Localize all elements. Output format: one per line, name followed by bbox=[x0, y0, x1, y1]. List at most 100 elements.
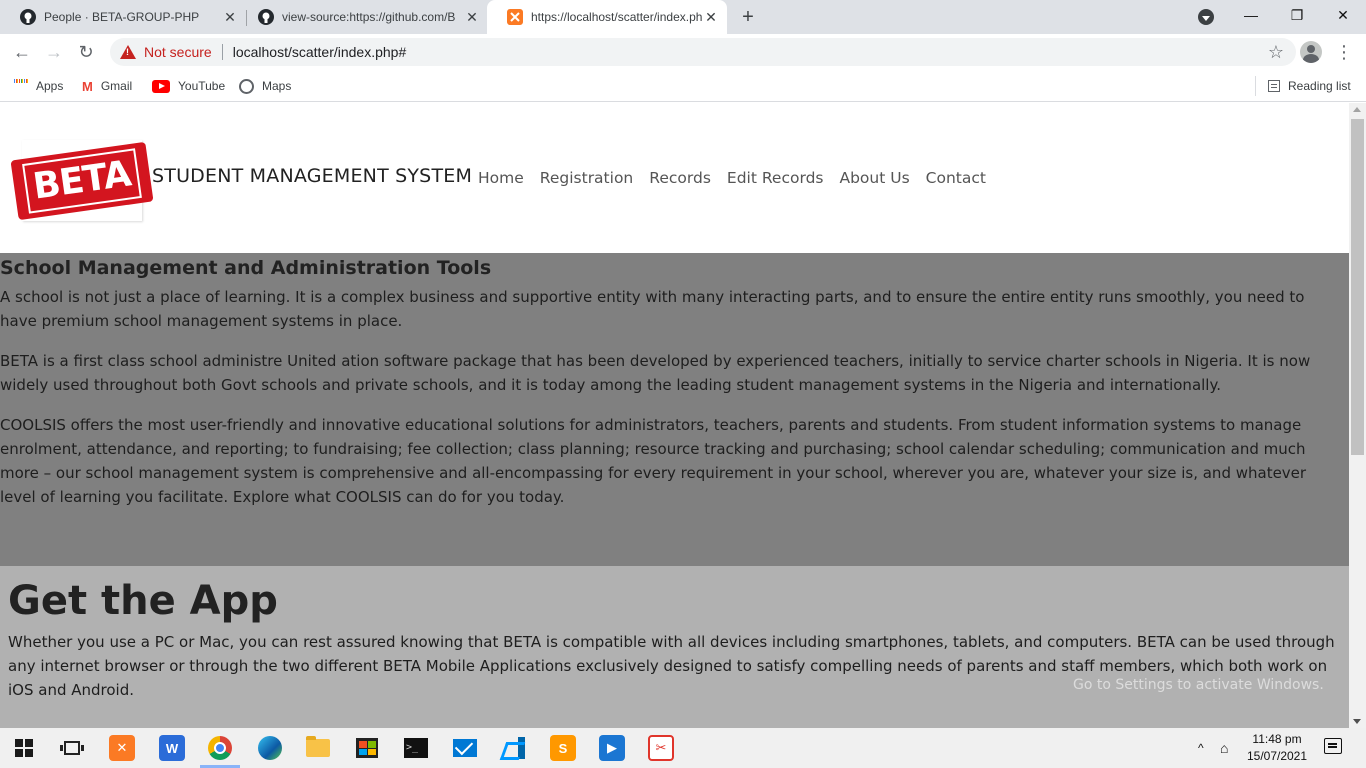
bookmark-label: Maps bbox=[262, 79, 292, 93]
bookmark-label: Gmail bbox=[100, 79, 133, 93]
start-button[interactable] bbox=[0, 728, 48, 768]
tools-paragraph-1: A school is not just a place of learning… bbox=[0, 288, 1305, 330]
vscode-icon bbox=[503, 737, 525, 759]
reading-list-button[interactable]: Reading list bbox=[1268, 76, 1351, 96]
brand-title[interactable]: STUDENT MANAGEMENT SYSTEM bbox=[152, 165, 472, 187]
tab-title: People · BETA-GROUP-PHP bbox=[44, 10, 200, 24]
close-tab-icon[interactable]: ✕ bbox=[464, 9, 480, 25]
gmail-icon: M bbox=[82, 78, 93, 94]
reload-icon[interactable]: ↻ bbox=[74, 40, 98, 64]
bookmark-gmail[interactable]: M Gmail bbox=[82, 76, 132, 96]
snipping-tool-icon: ✂ bbox=[648, 735, 674, 761]
beta-stamp-logo: BETA bbox=[10, 141, 154, 220]
nav-home[interactable]: Home bbox=[478, 169, 524, 187]
back-icon[interactable]: ← bbox=[10, 40, 34, 64]
get-app-heading: Get the App bbox=[8, 578, 278, 624]
sublime-text-icon: S bbox=[550, 735, 576, 761]
tab-title: view-source:https://github.com/B bbox=[282, 10, 456, 24]
main-nav: Home Registration Records Edit Records A… bbox=[478, 169, 1002, 187]
tray-overflow-icon[interactable]: ^ bbox=[1198, 728, 1204, 768]
minimize-button[interactable]: ― bbox=[1228, 0, 1274, 30]
taskbar-chrome[interactable] bbox=[196, 728, 244, 768]
scroll-down-icon[interactable] bbox=[1353, 719, 1361, 724]
github-icon bbox=[20, 9, 36, 25]
video-player-icon: ▶ bbox=[599, 735, 625, 761]
folder-icon bbox=[306, 736, 330, 757]
tab-localhost[interactable]: https://localhost/scatter/index.ph ✕ bbox=[487, 0, 727, 34]
xampp-icon bbox=[507, 9, 523, 25]
nav-registration[interactable]: Registration bbox=[540, 169, 633, 187]
clock-time: 11:48 pm bbox=[1252, 732, 1302, 746]
scroll-thumb[interactable] bbox=[1351, 119, 1364, 455]
url-text[interactable]: localhost/scatter/index.php# bbox=[233, 44, 407, 60]
taskbar-movies[interactable]: ▶ bbox=[588, 728, 636, 768]
taskbar-store[interactable] bbox=[343, 728, 391, 768]
bookmark-label: Apps bbox=[36, 79, 64, 93]
tab-strip: People · BETA-GROUP-PHP ✕ view-source:ht… bbox=[0, 0, 1366, 34]
warning-icon[interactable] bbox=[120, 45, 136, 59]
profile-avatar-icon[interactable] bbox=[1300, 41, 1322, 63]
page-viewport: BETA STUDENT MANAGEMENT SYSTEM Home Regi… bbox=[0, 103, 1349, 728]
scroll-up-icon[interactable] bbox=[1353, 107, 1361, 112]
omnibox-divider bbox=[221, 44, 223, 60]
edge-icon bbox=[258, 736, 282, 760]
clock-date: 15/07/2021 bbox=[1246, 749, 1308, 763]
tab-title: https://localhost/scatter/index.ph bbox=[531, 10, 703, 24]
bookmark-label: YouTube bbox=[178, 79, 226, 93]
tab-view-source[interactable]: view-source:https://github.com/B ✕ bbox=[238, 0, 488, 34]
taskbar-snipping[interactable]: ✂ bbox=[637, 728, 685, 768]
new-tab-button[interactable]: + bbox=[736, 6, 760, 28]
nav-about-us[interactable]: About Us bbox=[839, 169, 909, 187]
taskbar-wps[interactable]: W bbox=[148, 728, 196, 768]
activate-windows-watermark: Go to Settings to activate Windows. bbox=[1073, 677, 1324, 693]
notifications-icon[interactable] bbox=[1324, 738, 1342, 754]
menu-kebab-icon[interactable]: ⋮ bbox=[1335, 40, 1353, 64]
taskbar-mail[interactable] bbox=[441, 728, 489, 768]
store-icon bbox=[356, 738, 378, 758]
windows-taskbar: ✕ W >_ S ▶ ✂ ^ ⌂ 11:48 pm 15/07/2021 bbox=[0, 728, 1366, 768]
tools-paragraph-3: COOLSIS offers the most user-friendly an… bbox=[0, 416, 1307, 506]
close-tab-icon[interactable]: ✕ bbox=[222, 9, 238, 25]
taskbar-terminal[interactable]: >_ bbox=[392, 728, 440, 768]
close-window-button[interactable]: ✕ bbox=[1320, 0, 1366, 30]
bookmark-maps[interactable]: Maps bbox=[239, 76, 291, 96]
taskbar-edge[interactable] bbox=[246, 728, 294, 768]
tools-paragraph-2: BETA is a first class school administre … bbox=[0, 352, 1311, 394]
maps-icon bbox=[239, 78, 254, 94]
nav-contact[interactable]: Contact bbox=[926, 169, 986, 187]
tab-people[interactable]: People · BETA-GROUP-PHP ✕ bbox=[0, 0, 246, 34]
bookmarks-divider bbox=[1255, 76, 1256, 96]
browser-toolbar: ← → ↻ Not secure localhost/scatter/index… bbox=[0, 34, 1366, 70]
close-tab-icon[interactable]: ✕ bbox=[703, 9, 719, 25]
apps-grid-icon bbox=[14, 79, 29, 93]
address-bar[interactable]: Not secure localhost/scatter/index.php# … bbox=[110, 38, 1296, 66]
logo-text: BETA bbox=[22, 147, 142, 214]
nav-records[interactable]: Records bbox=[649, 169, 711, 187]
taskbar-vscode[interactable] bbox=[490, 728, 538, 768]
get-app-section: Get the App Whether you use a PC or Mac,… bbox=[0, 566, 1349, 728]
wps-writer-icon: W bbox=[159, 735, 185, 761]
github-icon bbox=[258, 9, 274, 25]
bookmark-apps[interactable]: Apps bbox=[14, 76, 63, 96]
forward-icon[interactable]: → bbox=[42, 40, 66, 64]
tools-section: School Management and Administration Too… bbox=[0, 253, 1349, 566]
reading-list-icon bbox=[1268, 80, 1280, 92]
nav-edit-records[interactable]: Edit Records bbox=[727, 169, 824, 187]
tab-search-icon[interactable] bbox=[1198, 9, 1214, 25]
bookmark-youtube[interactable]: YouTube bbox=[152, 76, 225, 96]
mail-icon bbox=[453, 739, 477, 757]
task-view-button[interactable] bbox=[48, 728, 96, 768]
restore-button[interactable]: ❐ bbox=[1274, 0, 1320, 30]
taskbar-xampp[interactable]: ✕ bbox=[98, 728, 146, 768]
windows-logo-icon bbox=[15, 739, 33, 757]
taskbar-sublime[interactable]: S bbox=[539, 728, 587, 768]
network-icon[interactable]: ⌂ bbox=[1220, 728, 1228, 768]
page-scrollbar[interactable] bbox=[1349, 103, 1366, 728]
bookmark-star-icon[interactable]: ☆ bbox=[1268, 42, 1284, 63]
taskbar-file-explorer[interactable] bbox=[294, 728, 342, 768]
site-header: BETA STUDENT MANAGEMENT SYSTEM Home Regi… bbox=[0, 103, 1349, 253]
reading-list-label: Reading list bbox=[1288, 79, 1351, 93]
security-label[interactable]: Not secure bbox=[144, 44, 212, 60]
system-clock[interactable]: 11:48 pm 15/07/2021 bbox=[1232, 731, 1322, 765]
site-logo[interactable]: BETA bbox=[10, 140, 154, 221]
